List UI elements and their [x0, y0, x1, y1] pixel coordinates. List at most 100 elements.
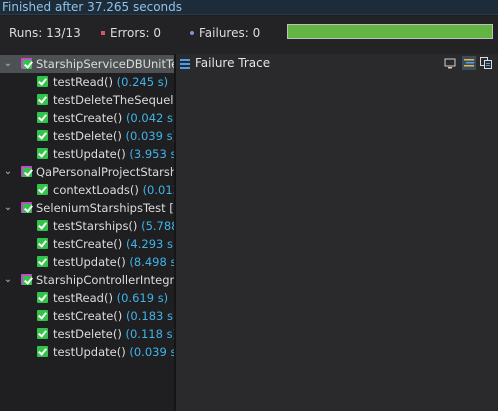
tree-test-label: testUpdate() (3.953 s) [53, 145, 175, 163]
tree-test-row[interactable]: testUpdate() (3.953 s) [0, 145, 175, 163]
test-name: testStarships() [53, 219, 138, 233]
test-pass-icon [37, 220, 49, 232]
test-pass-icon [37, 112, 49, 124]
tree-suite-row[interactable]: ⌄ StarshipControllerIntegrat [0, 271, 175, 289]
chevron-down-icon[interactable]: ⌄ [3, 55, 13, 73]
failures-counter: Failures: 0 [190, 26, 260, 40]
test-name: testRead() [53, 75, 113, 89]
test-suite-pass-icon [21, 58, 33, 70]
test-pass-icon [37, 148, 49, 160]
tree-test-row[interactable]: testUpdate() (8.498 s) [0, 253, 175, 271]
test-pass-icon [37, 346, 49, 358]
test-name: testDelete() [53, 327, 122, 341]
runs-value: 13/13 [46, 26, 81, 40]
errors-counter: Errors: 0 [101, 26, 161, 40]
test-name: testCreate() [53, 309, 123, 323]
test-duration: (0.042 s) [125, 111, 175, 125]
tree-suite-label: SeleniumStarshipsTest [Ru [36, 201, 175, 215]
tree-test-row[interactable]: testRead() (0.619 s) [0, 289, 175, 307]
test-name: testUpdate() [53, 147, 126, 161]
test-duration: (3.953 s) [129, 147, 175, 161]
test-name: testDeleteTheSequel() [53, 93, 175, 107]
test-name: testRead() [53, 291, 113, 305]
test-counters-bar: Runs: 13/13 Errors: 0 Failures: 0 [0, 16, 498, 54]
runs-label: Runs: [9, 26, 43, 40]
test-name: contextLoads() [53, 183, 139, 197]
test-pass-icon [37, 238, 49, 250]
test-name: testCreate() [53, 237, 123, 251]
test-duration: (0.013 s [142, 183, 175, 197]
error-icon [101, 30, 105, 35]
test-suite-pass-icon [21, 202, 33, 214]
tree-test-row[interactable]: testRead() (0.245 s) [0, 73, 175, 91]
test-results-tree[interactable]: ⌄ StarshipServiceDBUnitTest testRead() (0.… [0, 54, 175, 411]
chevron-down-icon[interactable]: ⌄ [3, 199, 13, 217]
tree-suite-row[interactable]: ⌄ SeleniumStarshipsTest [Ru [0, 199, 175, 217]
test-status-message: Finished after 37.265 seconds [0, 0, 498, 15]
test-duration: (5.788 s) [141, 219, 175, 233]
tree-test-row[interactable]: testCreate() (0.183 s) [0, 307, 175, 325]
chevron-down-icon[interactable]: ⌄ [3, 271, 13, 289]
filter-stack-icon[interactable] [462, 56, 476, 70]
test-duration: (0.245 s) [116, 75, 169, 89]
test-pass-icon [37, 328, 49, 340]
test-duration: (4.293 s) [125, 237, 175, 251]
test-pass-icon [37, 310, 49, 322]
test-name: testUpdate() [53, 255, 126, 269]
tree-suite-label: StarshipServiceDBUnitTest [36, 57, 175, 71]
test-duration: (0.183 s) [125, 309, 175, 323]
tree-suite-row[interactable]: ⌄ StarshipServiceDBUnitTest [0, 55, 175, 73]
test-pass-icon [37, 184, 49, 196]
test-duration: (8.498 s) [129, 255, 175, 269]
tree-test-row[interactable]: testStarships() (5.788 s) [0, 217, 175, 235]
test-suite-pass-icon [21, 166, 33, 178]
tree-test-row[interactable]: testCreate() (0.042 s) [0, 109, 175, 127]
chevron-down-icon[interactable]: ⌄ [3, 163, 13, 181]
tree-test-label: testDeleteTheSequel() [53, 91, 175, 109]
tree-test-label: testCreate() (0.183 s) [53, 307, 175, 325]
runs-counter: Runs: 13/13 [9, 26, 81, 40]
failure-trace-header: Failure Trace [176, 54, 498, 72]
test-duration: (0.619 s) [116, 291, 169, 305]
tree-suite-label: StarshipControllerIntegrat [36, 273, 175, 287]
tree-test-row[interactable]: contextLoads() (0.013 s [0, 181, 175, 199]
tree-test-label: testRead() (0.245 s) [53, 73, 168, 91]
test-pass-icon [37, 76, 49, 88]
errors-value: 0 [153, 26, 162, 40]
tree-test-label: testUpdate() (8.498 s) [53, 253, 175, 271]
test-duration: (0.039 s) [129, 345, 175, 359]
test-progress-fill [288, 25, 492, 38]
test-pass-icon [37, 130, 49, 142]
test-duration: (0.118 s) [125, 327, 176, 341]
tree-test-label: testRead() (0.619 s) [53, 289, 168, 307]
test-duration: (0.039 s) [125, 129, 176, 143]
failures-label: Failures: [199, 26, 249, 40]
test-name: testCreate() [53, 111, 123, 125]
tree-test-row[interactable]: testCreate() (4.293 s) [0, 235, 175, 253]
test-pass-icon [37, 256, 49, 268]
tree-test-row[interactable]: testUpdate() (0.039 s) [0, 343, 175, 361]
stack-trace-icon [180, 59, 190, 69]
tree-test-row[interactable]: testDeleteTheSequel() [0, 91, 175, 109]
show-stack-icon[interactable] [443, 56, 457, 70]
test-name: testUpdate() [53, 345, 126, 359]
tree-test-row[interactable]: testDelete() (0.118 s) [0, 325, 175, 343]
tree-test-label: testCreate() (4.293 s) [53, 235, 175, 253]
failure-trace-title: Failure Trace [195, 56, 271, 70]
tree-test-label: testStarships() (5.788 s) [53, 217, 175, 235]
compare-results-icon[interactable] [479, 56, 493, 70]
failure-icon [190, 30, 194, 35]
tree-suite-row[interactable]: ⌄ QaPersonalProjectStarship [0, 163, 175, 181]
test-pass-icon [37, 94, 49, 106]
tree-test-label: testDelete() (0.118 s) [53, 325, 175, 343]
test-name: testDelete() [53, 129, 122, 143]
tree-test-row[interactable]: testDelete() (0.039 s) [0, 127, 175, 145]
test-pass-icon [37, 292, 49, 304]
test-suite-pass-icon [21, 274, 33, 286]
tree-test-label: testUpdate() (0.039 s) [53, 343, 175, 361]
tree-suite-label: QaPersonalProjectStarship [36, 165, 175, 179]
failures-value: 0 [252, 26, 261, 40]
tree-test-label: testDelete() (0.039 s) [53, 127, 175, 145]
tree-test-label: testCreate() (0.042 s) [53, 109, 175, 127]
errors-label: Errors: [110, 26, 150, 40]
